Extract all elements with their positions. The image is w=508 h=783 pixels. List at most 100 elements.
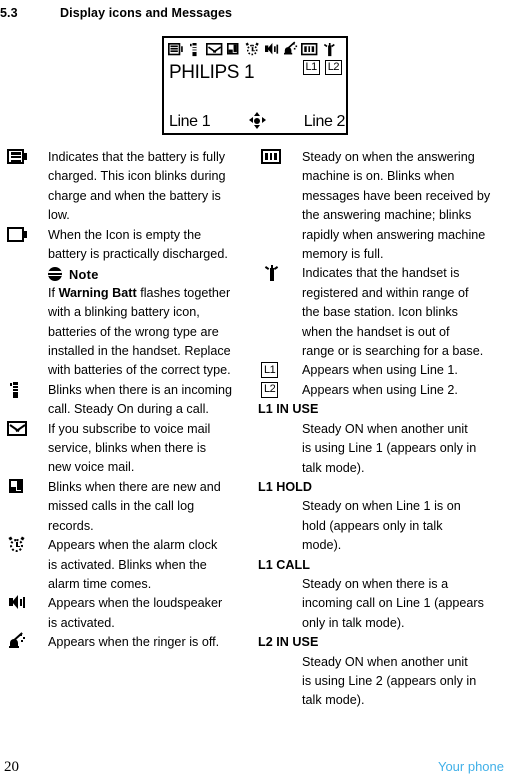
- legend-text-line: Blinks when there are new and: [48, 479, 221, 494]
- legend-text-line: is activated.: [48, 615, 115, 630]
- legend-text-line: rapidly when answering machine: [302, 227, 486, 242]
- message-text-line: Steady ON when another unit: [302, 421, 468, 436]
- left-icon-legend-column: Indicates that the battery is fully char…: [4, 148, 244, 653]
- message-entry: L1 CALL Steady on when there is a incomi…: [258, 556, 506, 634]
- ringer-off-icon: [7, 632, 29, 651]
- four-way-navigation-icon: [248, 112, 266, 129]
- note-text-line: If Warning Batt flashes together: [48, 284, 244, 303]
- lcd-line1-flag: L1: [302, 60, 320, 75]
- legend-text-line: Appears when using Line 1.: [302, 363, 458, 378]
- legend-text-line: Appears when the ringer is off.: [48, 635, 220, 650]
- message-entry: L2 IN USE Steady ON when another unit is…: [258, 633, 506, 711]
- legend-entry-base-antenna: Indicates that the handset is registered…: [258, 264, 506, 361]
- line-2-chip-icon: L2: [261, 381, 283, 399]
- legend-text-line: battery is practically discharged.: [48, 247, 228, 262]
- page-title: Display icons and Messages: [60, 6, 233, 20]
- voicemail-envelope-icon: [206, 42, 223, 58]
- legend-entry-answering-machine: Steady on when the answering machine is …: [258, 148, 506, 264]
- message-name: L2 IN USE: [258, 635, 319, 650]
- missed-call-log-icon: [7, 478, 29, 496]
- legend-text-line: Appears when using Line 2.: [302, 382, 458, 397]
- legend-text-line: new voice mail.: [48, 460, 135, 475]
- message-entry: L1 HOLD Steady on when Line 1 is on hold…: [258, 478, 506, 556]
- lcd-status-icon-bar: [168, 41, 346, 59]
- message-name: L1 CALL: [258, 557, 310, 572]
- note-header: Note: [48, 264, 244, 283]
- legend-text-line: registered and within range of: [302, 285, 469, 300]
- legend-text-line: When the Icon is empty the: [48, 227, 202, 242]
- legend-text-line: machine is on. Blinks when: [302, 169, 455, 184]
- page-number: 20: [4, 759, 19, 775]
- note-text-line: with a blinking battery icon,: [48, 305, 200, 320]
- message-name: L1 HOLD: [258, 479, 313, 494]
- legend-entry-handset-in-call: Blinks when there is an incoming call. S…: [4, 381, 244, 420]
- lcd-line2-flag: L2: [324, 60, 342, 75]
- legend-text-line: call. Steady On during a call.: [48, 402, 209, 417]
- legend-text-line: the base station. Icon blinks: [302, 305, 458, 320]
- legend-text-line: low.: [48, 208, 70, 223]
- voicemail-envelope-icon: [7, 420, 29, 438]
- legend-entry-loudspeaker: Appears when the loudspeaker is activate…: [4, 594, 244, 633]
- missed-call-log-icon: [225, 42, 242, 58]
- base-antenna-icon: [261, 264, 283, 282]
- legend-entry-line1: L1 Appears when using Line 1.: [258, 361, 506, 380]
- note-bold-term: Warning Batt: [58, 285, 137, 300]
- legend-entry-alarm-clock: Appears when the alarm clock is activate…: [4, 536, 244, 594]
- section-heading: 5.3 Display icons and Messages: [0, 6, 508, 26]
- note-text-line: with batteries of the correct type.: [48, 363, 231, 378]
- legend-entry-battery-empty: When the Icon is empty the battery is pr…: [4, 226, 244, 265]
- manual-page: 5.3 Display icons and Messages PHILIPS 1…: [0, 0, 508, 783]
- legend-text-line: when the handset is out of: [302, 324, 450, 339]
- line-2-chip-label: L2: [261, 381, 279, 398]
- note-label: Note: [69, 266, 99, 282]
- lcd-softkey-right: Line 2: [303, 113, 346, 130]
- message-text-line: Steady ON when another unit: [302, 654, 468, 669]
- legend-text-line: alarm time comes.: [48, 576, 152, 591]
- legend-text-line: Blinks when there is an incoming: [48, 382, 233, 397]
- legend-entry-line2: L2 Appears when using Line 2.: [258, 381, 506, 400]
- note-text-line: installed in the handset. Replace: [48, 344, 231, 359]
- base-antenna-icon: [320, 42, 337, 58]
- lcd-handset-name: PHILIPS 1: [169, 61, 255, 83]
- answering-machine-icon: [301, 42, 318, 58]
- battery-full-icon: [7, 148, 29, 166]
- legend-entry-ringer-off: Appears when the ringer is off.: [4, 632, 244, 652]
- note-prefix: If: [48, 285, 59, 300]
- message-text-line: Steady on when there is a: [302, 576, 449, 591]
- legend-text-line: Indicates that the battery is fully: [48, 150, 226, 164]
- legend-text-line: records.: [48, 518, 94, 533]
- ringer-off-icon: [282, 41, 299, 58]
- lcd-line-flags: L1 L2: [302, 60, 342, 75]
- right-icon-legend-column: Steady on when the answering machine is …: [258, 148, 506, 711]
- menu-list-icon: [168, 42, 185, 58]
- legend-text-line: charged. This icon blinks during: [48, 169, 226, 184]
- message-text-line: talk mode).: [302, 693, 365, 708]
- legend-text-line: messages have been received by: [302, 188, 491, 203]
- legend-text-line: Steady on when the answering: [302, 150, 475, 164]
- alarm-clock-icon: [7, 536, 29, 554]
- legend-text-line: If you subscribe to voice mail: [48, 421, 211, 436]
- legend-text-line: range or is searching for a base.: [302, 344, 484, 359]
- message-entry: L1 IN USE Steady ON when another unit is…: [258, 400, 506, 478]
- message-text-line: is using Line 2 (appears only in: [302, 673, 477, 688]
- section-number: 5.3: [0, 6, 18, 20]
- line-1-chip-icon: L1: [261, 361, 283, 379]
- message-name: L1 IN USE: [258, 402, 319, 417]
- message-text-line: mode).: [302, 538, 342, 553]
- legend-entry-call-log: Blinks when there are new and missed cal…: [4, 478, 244, 536]
- message-text-line: talk mode).: [302, 460, 365, 475]
- legend-text-line: Indicates that the handset is: [302, 266, 460, 281]
- message-text-line: only in talk mode).: [302, 615, 405, 630]
- page-footer: 20 Your phone: [0, 751, 508, 775]
- legend-entry-battery-full: Indicates that the battery is fully char…: [4, 148, 244, 226]
- message-text-line: is using Line 1 (appears only in: [302, 441, 477, 456]
- note-text-line: batteries of the wrong type are: [48, 324, 219, 339]
- message-text-line: Steady on when Line 1 is on: [302, 499, 461, 514]
- message-text-line: hold (appears only in talk: [302, 518, 443, 533]
- legend-text-line: Appears when the alarm clock: [48, 538, 218, 553]
- legend-text-line: missed calls in the call log: [48, 499, 195, 514]
- message-list: L1 IN USE Steady ON when another unit is…: [258, 400, 506, 711]
- legend-entry-voicemail: If you subscribe to voice mail service, …: [4, 420, 244, 478]
- handset-in-call-icon: [187, 42, 204, 58]
- note-block: Note If Warning Batt flashes together wi…: [48, 264, 244, 380]
